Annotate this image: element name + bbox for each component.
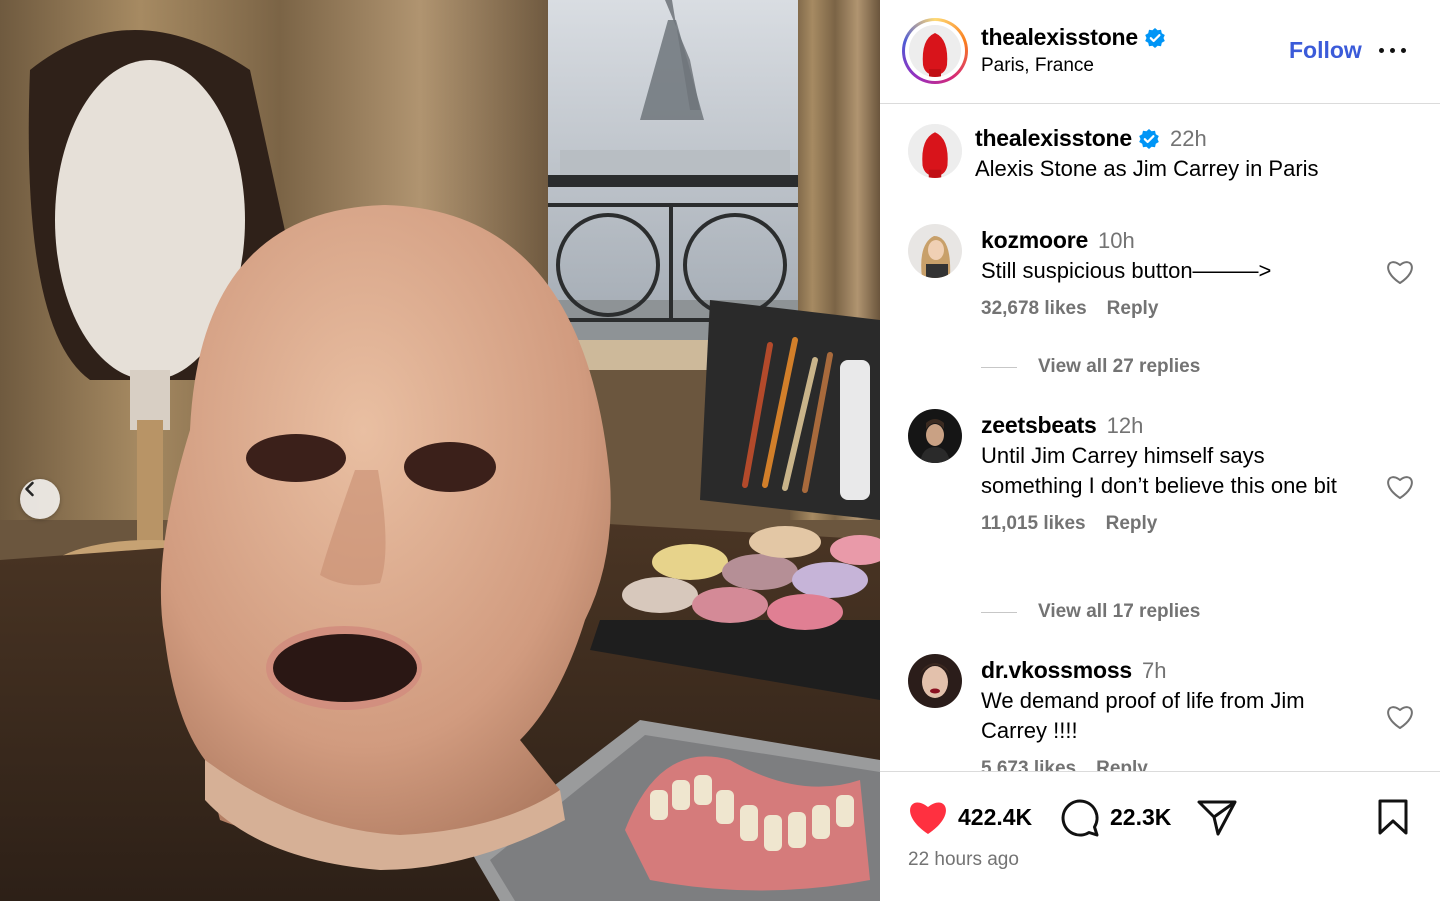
comment-likes-count[interactable]: 11,015 likes <box>981 513 1086 535</box>
comment-likes-count[interactable]: 32,678 likes <box>981 298 1087 320</box>
comment-text: We demand proof of life from Jim Carrey … <box>981 688 1305 743</box>
view-replies-button[interactable]: View all 17 replies <box>981 601 1200 623</box>
comment-timestamp[interactable]: 7h <box>1142 658 1166 684</box>
heart-filled-icon[interactable] <box>907 798 949 836</box>
bookmark-icon[interactable] <box>1377 798 1409 836</box>
comment-text: Until Jim Carrey himself says something … <box>981 443 1337 498</box>
heart-outline-icon[interactable] <box>1386 474 1414 500</box>
heart-outline-icon[interactable] <box>1386 259 1414 285</box>
follow-button[interactable]: Follow <box>1289 37 1362 64</box>
comment-text: Still suspicious button———> <box>981 258 1272 283</box>
red-head-avatar-image <box>908 124 962 178</box>
author-avatar[interactable] <box>909 25 961 77</box>
comment-username[interactable]: dr.vkossmoss <box>981 657 1132 684</box>
commenter-avatar[interactable] <box>908 409 962 463</box>
post-photo <box>0 0 880 901</box>
comment-timestamp[interactable]: 10h <box>1098 228 1135 254</box>
view-replies-label: View all 17 replies <box>1038 601 1201 622</box>
comment-username[interactable]: kozmoore <box>981 227 1088 254</box>
comment-count[interactable]: 22.3K <box>1110 804 1171 831</box>
share-icon[interactable] <box>1196 798 1238 838</box>
view-replies-label: View all 27 replies <box>1038 356 1201 377</box>
commenter-avatar[interactable] <box>908 654 962 708</box>
zeetsbeats-avatar-image <box>908 409 962 463</box>
comment-reply-button[interactable]: Reply <box>1107 298 1159 320</box>
heart-outline-icon[interactable] <box>1386 704 1414 730</box>
location-link[interactable]: Paris, France <box>981 55 1094 77</box>
story-ring[interactable] <box>902 18 968 84</box>
comment-reply-button[interactable]: Reply <box>1106 513 1158 535</box>
post-image[interactable] <box>0 0 880 901</box>
comment-reply-button[interactable]: Reply <box>1096 758 1148 771</box>
replies-divider <box>981 611 1017 613</box>
post-actions-bar: 422.4K 22.3K 22 hours ago <box>880 771 1440 902</box>
like-count[interactable]: 422.4K <box>958 804 1032 831</box>
view-replies-button[interactable]: View all 27 replies <box>981 356 1200 378</box>
comment-username[interactable]: zeetsbeats <box>981 412 1097 439</box>
caption-text: Alexis Stone as Jim Carrey in Paris <box>975 156 1319 181</box>
comments-list[interactable]: thealexisstone 22h Alexis Stone as Jim C… <box>880 104 1440 771</box>
caption-timestamp[interactable]: 22h <box>1170 126 1207 152</box>
comment-icon[interactable] <box>1060 798 1100 838</box>
caption-username[interactable]: thealexisstone <box>975 125 1132 152</box>
commenter-avatar[interactable] <box>908 224 962 278</box>
more-options-button[interactable] <box>1377 40 1411 60</box>
verified-badge-icon <box>1139 128 1159 149</box>
previous-image-button[interactable] <box>20 479 60 519</box>
chevron-left-icon <box>25 481 34 497</box>
post-sidebar: thealexisstone Paris, France Follow thea… <box>880 0 1440 902</box>
comment-likes-count[interactable]: 5,673 likes <box>981 758 1076 771</box>
dr-vkossmoss-avatar-image <box>908 654 962 708</box>
comment-timestamp[interactable]: 12h <box>1107 413 1144 439</box>
caption-avatar[interactable] <box>908 124 962 178</box>
red-head-avatar-image <box>909 25 961 77</box>
replies-divider <box>981 366 1017 368</box>
verified-badge-icon <box>1145 27 1165 48</box>
more-horizontal-icon <box>1379 48 1384 53</box>
author-username[interactable]: thealexisstone <box>981 24 1138 51</box>
post-header: thealexisstone Paris, France Follow <box>880 0 1440 104</box>
post-timestamp[interactable]: 22 hours ago <box>908 849 1019 871</box>
kozmoore-avatar-image <box>908 224 962 278</box>
